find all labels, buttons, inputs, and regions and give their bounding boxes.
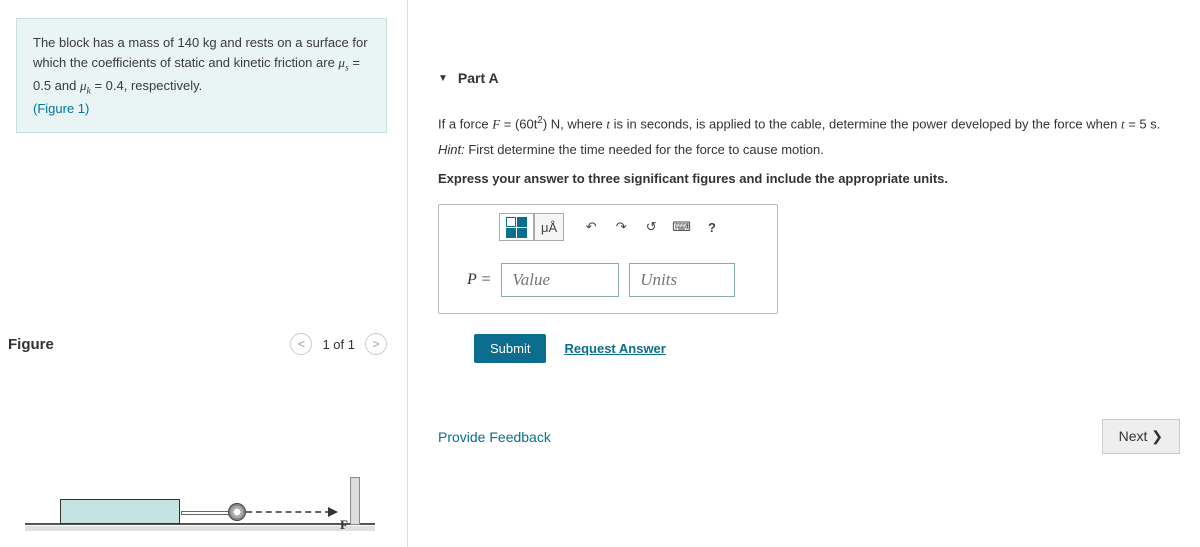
redo-button[interactable]: ↷ — [606, 213, 636, 241]
undo-button[interactable]: ↶ — [576, 213, 606, 241]
figure-link[interactable]: (Figure 1) — [33, 101, 89, 116]
figure-next-button[interactable]: > — [365, 333, 387, 355]
units-symbol-button[interactable]: μÅ — [534, 213, 564, 241]
intro-text: The block has a mass of 140 kg and rests… — [33, 35, 368, 93]
value-input[interactable] — [501, 263, 619, 297]
reset-button[interactable]: ↺ — [636, 213, 666, 241]
provide-feedback-link[interactable]: Provide Feedback — [438, 429, 551, 445]
request-answer-link[interactable]: Request Answer — [564, 341, 665, 356]
left-column: The block has a mass of 140 kg and rests… — [0, 0, 408, 547]
templates-icon — [506, 217, 527, 238]
figure-header: Figure < 1 of 1 > — [8, 333, 387, 355]
force-label: F — [340, 517, 348, 533]
next-button[interactable]: Next ❯ — [1102, 419, 1180, 454]
answer-box: μÅ ↶ ↷ ↺ ⌨ ? P = — [438, 204, 778, 314]
force-arrow-icon — [328, 507, 338, 517]
part-header[interactable]: ▼ Part A — [438, 70, 1190, 86]
pulley-icon — [228, 503, 246, 521]
submit-button[interactable]: Submit — [474, 334, 546, 363]
question-text: If a force F = (60t2) N, where t is in s… — [438, 114, 1190, 134]
keyboard-button[interactable]: ⌨ — [666, 213, 697, 241]
figure-diagram: F — [50, 465, 365, 535]
answer-toolbar: μÅ ↶ ↷ ↺ ⌨ ? — [439, 205, 777, 255]
figure-title: Figure — [8, 336, 54, 353]
equation-label: P = — [467, 271, 491, 289]
figure-prev-button[interactable]: < — [290, 333, 312, 355]
right-column: ▼ Part A If a force F = (60t2) N, where … — [408, 0, 1200, 547]
express-instruction: Express your answer to three significant… — [438, 171, 1190, 186]
chevron-down-icon: ▼ — [438, 73, 448, 84]
block-shape — [60, 499, 180, 524]
hint-text: Hint: First determine the time needed fo… — [438, 140, 1190, 160]
part-label: Part A — [458, 70, 499, 86]
problem-intro: The block has a mass of 140 kg and rests… — [16, 18, 387, 133]
templates-button[interactable] — [499, 213, 534, 241]
units-input[interactable] — [629, 263, 735, 297]
figure-count: 1 of 1 — [318, 337, 359, 352]
help-button[interactable]: ? — [697, 213, 727, 241]
